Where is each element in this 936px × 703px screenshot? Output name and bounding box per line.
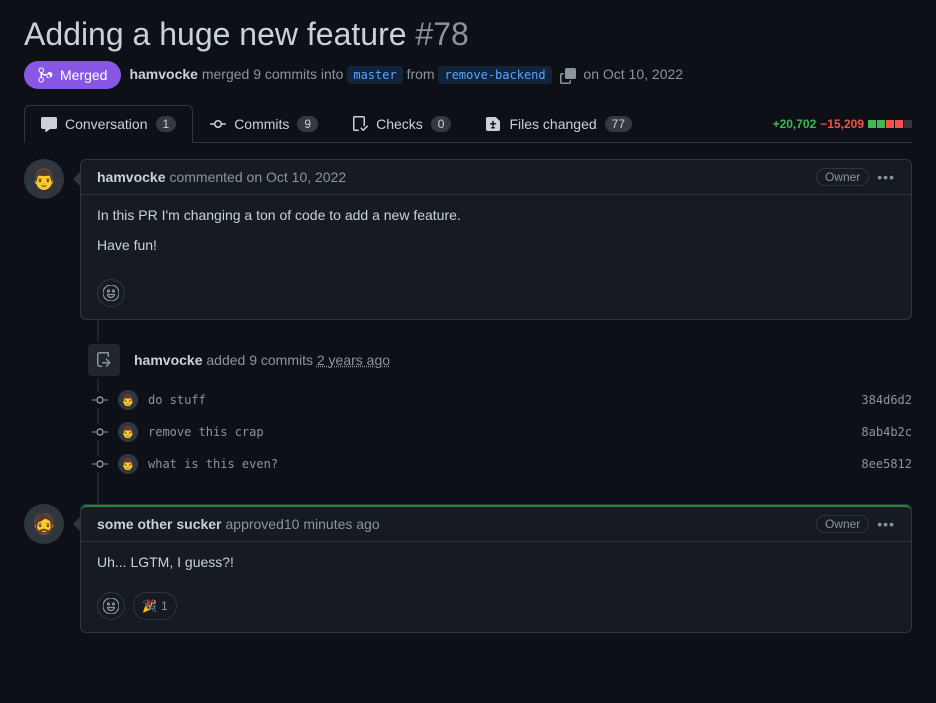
review-action: approved10 minutes ago [226,516,380,532]
commits-added-event: hamvocke added 9 commits 2 years ago [24,336,912,384]
commit-row: 👨 what is this even? 8ee5812 [24,448,912,480]
kebab-icon[interactable]: ••• [877,516,895,532]
deletions-count: −15,209 [820,117,864,131]
target-branch[interactable]: master [347,66,402,84]
commit-row: 👨 remove this crap 8ab4b2c [24,416,912,448]
tab-files-label: Files changed [509,116,596,132]
tab-conversation[interactable]: Conversation 1 [24,105,193,143]
tab-conversation-count: 1 [156,116,177,132]
commit-sha[interactable]: 8ee5812 [861,457,912,471]
merge-author[interactable]: hamvocke [129,66,197,82]
commit-sha[interactable]: 384d6d2 [861,393,912,407]
avatar[interactable]: 🧔 [24,504,64,544]
comment-author[interactable]: hamvocke [97,169,165,185]
tab-checks-count: 0 [431,116,452,132]
comment-header: hamvocke commented on Oct 10, 2022 Owner… [81,160,911,195]
pr-title-text: Adding a huge new feature [24,16,407,52]
smiley-icon [103,285,119,301]
comment-action: commented on Oct 10, 2022 [169,169,346,185]
pr-number: #78 [415,16,468,52]
repo-push-icon [86,342,122,378]
avatar[interactable]: 👨 [24,159,64,199]
tabs-row: Conversation 1 Commits 9 Checks 0 Files … [24,105,912,143]
event-text: hamvocke added 9 commits 2 years ago [134,352,390,368]
merge-status-badge: Merged [24,61,121,89]
tab-commits-label: Commits [234,116,289,132]
commit-dot-icon [92,424,108,440]
merge-meta: hamvocke merged 9 commits into master fr… [129,66,683,83]
merge-status-text: Merged [60,67,107,83]
reaction-emoji: 🎉 [142,599,157,613]
add-reaction-button[interactable] [97,279,125,307]
add-reaction-button[interactable] [97,592,125,620]
tab-conversation-label: Conversation [65,116,148,132]
commit-icon [210,116,226,132]
comment-icon [41,116,57,132]
review-author[interactable]: some other sucker [97,516,222,532]
checklist-icon [352,116,368,132]
tab-files[interactable]: Files changed 77 [468,105,649,142]
review-header: some other sucker approved10 minutes ago… [81,505,911,542]
pr-meta-row: Merged hamvocke merged 9 commits into ma… [24,61,912,89]
commit-dot-icon [92,456,108,472]
tab-commits-count: 9 [297,116,318,132]
tab-files-count: 77 [605,116,632,132]
mini-avatar[interactable]: 👨 [118,422,138,442]
commit-message[interactable]: what is this even? [148,457,851,471]
pr-title: Adding a huge new feature #78 [24,16,912,53]
mini-avatar[interactable]: 👨 [118,390,138,410]
copy-icon[interactable] [560,68,576,84]
comment-1: 👨 hamvocke commented on Oct 10, 2022 Own… [24,159,912,320]
mini-avatar[interactable]: 👨 [118,454,138,474]
commit-message[interactable]: do stuff [148,393,851,407]
commit-row: 👨 do stuff 384d6d2 [24,384,912,416]
owner-badge: Owner [816,515,869,533]
comment-footer [81,279,911,319]
owner-badge: Owner [816,168,869,186]
merge-icon [38,67,54,83]
tab-commits[interactable]: Commits 9 [193,105,335,142]
commit-dot-icon [92,392,108,408]
tab-checks-label: Checks [376,116,423,132]
timeline: 👨 hamvocke commented on Oct 10, 2022 Own… [24,159,912,633]
review-footer: 🎉 1 [81,592,911,632]
commit-message[interactable]: remove this crap [148,425,851,439]
review-1: 🧔 some other sucker approved10 minutes a… [24,504,912,633]
additions-count: +20,702 [773,117,817,131]
reaction-count: 1 [161,599,168,613]
source-branch[interactable]: remove-backend [438,66,551,84]
smiley-icon [103,598,119,614]
file-diff-icon [485,116,501,132]
commit-sha[interactable]: 8ab4b2c [861,425,912,439]
diff-stats: +20,702 −15,209 [773,117,912,131]
reaction-pill[interactable]: 🎉 1 [133,592,177,620]
kebab-icon[interactable]: ••• [877,169,895,185]
review-body: Uh... LGTM, I guess?! [81,542,911,592]
tab-checks[interactable]: Checks 0 [335,105,468,142]
diff-squares [868,120,912,128]
comment-body: In this PR I'm changing a ton of code to… [81,195,911,279]
